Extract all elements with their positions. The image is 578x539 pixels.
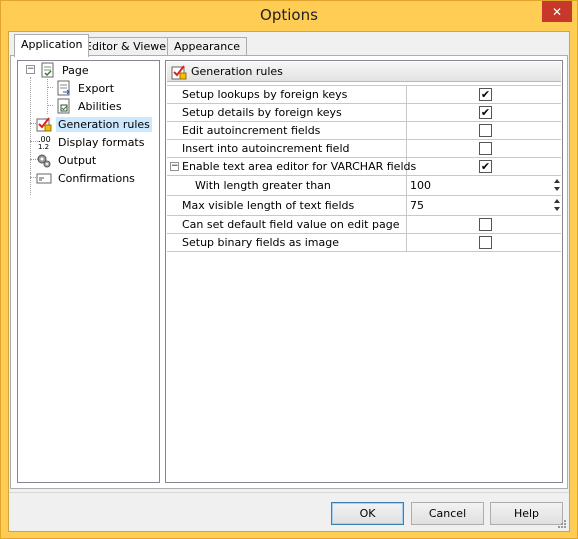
generation-rules-icon: [36, 116, 52, 132]
spin-buttons[interactable]: [554, 178, 560, 191]
options-tree: − Page Export Abilities Generation rules…: [17, 60, 160, 483]
tab-appearance[interactable]: Appearance: [167, 37, 248, 56]
tree-item-confirmations[interactable]: Confirmations: [36, 169, 137, 187]
tree-item-page[interactable]: Page: [40, 61, 91, 79]
property-row: Can set default field value on edit page: [167, 216, 561, 234]
close-button[interactable]: ✕: [542, 1, 572, 22]
confirmations-icon: [36, 170, 52, 186]
text-area-editor-checkbox[interactable]: ✔: [479, 160, 492, 173]
tree-item-generation-rules[interactable]: Generation rules: [36, 115, 152, 133]
dialog-body: Application Editor & Viewers Appearance …: [8, 31, 570, 532]
generation-rules-icon: [171, 64, 187, 80]
property-label: Enable text area editor for VARCHAR fiel…: [167, 158, 416, 175]
window-title: Options: [260, 6, 318, 24]
property-row: Insert into autoincrement field: [167, 140, 561, 158]
cancel-button[interactable]: Cancel: [411, 502, 484, 525]
property-row: − Enable text area editor for VARCHAR fi…: [167, 158, 561, 176]
property-row: Edit autoincrement fields: [167, 122, 561, 140]
property-row: Setup details by foreign keys ✔: [167, 104, 561, 122]
property-label: Edit autoincrement fields: [167, 122, 407, 139]
setup-details-checkbox[interactable]: ✔: [479, 106, 492, 119]
length-greater-than-input[interactable]: 100: [408, 176, 561, 195]
tree-item-display-formats[interactable]: .00 1.2 Display formats: [36, 133, 146, 151]
property-grid: Setup lookups by foreign keys ✔ Setup de…: [167, 85, 561, 252]
max-visible-length-input[interactable]: 75: [408, 196, 561, 215]
button-bar-separator: [9, 492, 569, 493]
property-label: Insert into autoincrement field: [167, 140, 407, 157]
abilities-icon: [56, 98, 72, 114]
property-label: Setup lookups by foreign keys: [167, 86, 407, 103]
resize-grip-icon[interactable]: [557, 519, 567, 529]
insert-autoincrement-checkbox[interactable]: [479, 142, 492, 155]
property-row: Setup lookups by foreign keys ✔: [167, 86, 561, 104]
edit-autoincrement-checkbox[interactable]: [479, 124, 492, 137]
close-icon: ✕: [551, 4, 563, 19]
setup-lookups-checkbox[interactable]: ✔: [479, 88, 492, 101]
property-row: With length greater than 100: [167, 176, 561, 196]
tree-item-abilities[interactable]: Abilities: [56, 97, 124, 115]
panel-header: Generation rules: [167, 62, 561, 82]
display-formats-icon: .00 1.2: [36, 134, 52, 151]
binary-fields-image-checkbox[interactable]: [479, 236, 492, 249]
generation-rules-panel: Generation rules Setup lookups by foreig…: [165, 60, 563, 483]
property-label: Max visible length of text fields: [167, 196, 407, 215]
page-icon: [40, 62, 56, 78]
title-bar[interactable]: Options ✕: [1, 1, 577, 31]
spin-buttons[interactable]: [554, 198, 560, 211]
property-label: Setup binary fields as image: [167, 234, 407, 251]
ok-button[interactable]: OK: [331, 502, 404, 525]
tree-item-export[interactable]: Export: [56, 79, 116, 97]
property-row: Setup binary fields as image: [167, 234, 561, 252]
tab-panel-application: − Page Export Abilities Generation rules…: [10, 55, 568, 489]
tab-application[interactable]: Application: [14, 34, 90, 57]
panel-title: Generation rules: [191, 65, 283, 78]
property-label: Can set default field value on edit page: [167, 216, 407, 233]
expand-page-toggle[interactable]: −: [26, 65, 35, 74]
property-label: Setup details by foreign keys: [167, 104, 407, 121]
gears-icon: [36, 152, 52, 168]
svg-text:1.2: 1.2: [38, 143, 49, 150]
property-label: With length greater than: [167, 176, 407, 195]
default-field-value-checkbox[interactable]: [479, 218, 492, 231]
options-window: Options ✕ Application Editor & Viewers A…: [0, 0, 578, 539]
tree-item-output[interactable]: Output: [36, 151, 98, 169]
property-row: Max visible length of text fields 75: [167, 196, 561, 216]
help-button[interactable]: Help: [490, 502, 563, 525]
export-icon: [56, 80, 72, 96]
